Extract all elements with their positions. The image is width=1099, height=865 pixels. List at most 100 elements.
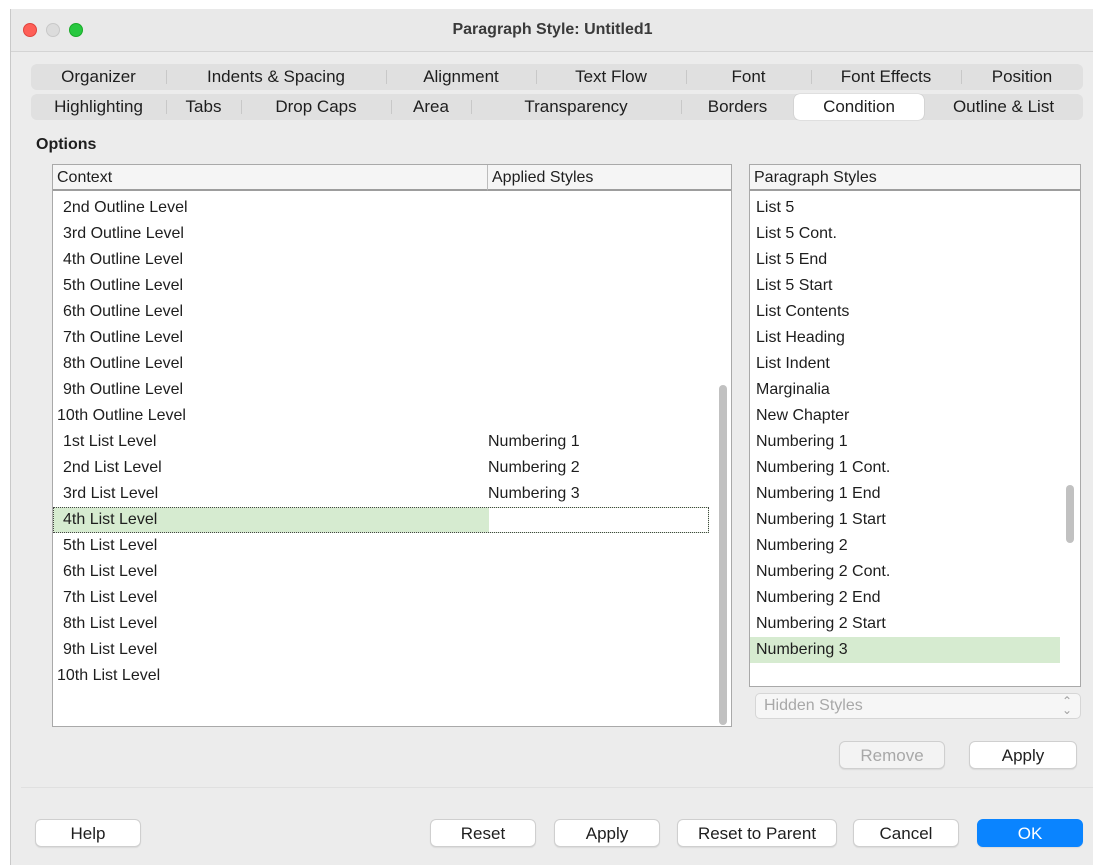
tab-alignment[interactable]: Alignment: [386, 64, 536, 90]
context-cell: 5th Outline Level: [63, 277, 184, 294]
table-row[interactable]: 9th List Level: [53, 637, 719, 663]
context-cell: 9th List Level: [63, 641, 158, 658]
list-item[interactable]: List 5 Start: [750, 273, 1060, 299]
ok-button[interactable]: OK: [977, 819, 1083, 847]
list-item[interactable]: Numbering 1 End: [750, 481, 1060, 507]
list-item[interactable]: Numbering 2 Cont.: [750, 559, 1060, 585]
options-heading: Options: [36, 136, 97, 153]
context-cell: 3rd List Level: [63, 485, 159, 502]
table-row-selected[interactable]: 4th List Level: [53, 507, 709, 533]
table-row[interactable]: 3rd List Level Numbering 3: [53, 481, 719, 507]
tab-highlighting[interactable]: Highlighting: [31, 94, 166, 120]
title-bar: Paragraph Style: Untitled1: [11, 9, 1093, 52]
up-down-chevron-icon: ⌃ ⌄: [1061, 694, 1072, 717]
context-cell: 10th List Level: [57, 667, 161, 684]
applied-style-cell: Numbering 1: [488, 433, 580, 450]
tab-transparency[interactable]: Transparency: [471, 94, 681, 120]
divider: [21, 787, 1093, 788]
list-item[interactable]: Numbering 1: [750, 429, 1060, 455]
table-row[interactable]: 6th Outline Level: [53, 299, 719, 325]
list-item[interactable]: Numbering 1 Start: [750, 507, 1060, 533]
applied-style-cell: Numbering 3: [488, 485, 580, 502]
list-item[interactable]: Numbering 2: [750, 533, 1060, 559]
help-button[interactable]: Help: [35, 819, 141, 847]
paragraph-styles-scrollbar[interactable]: [1064, 192, 1076, 686]
table-row[interactable]: 10th List Level: [53, 663, 719, 689]
tab-indents-spacing[interactable]: Indents & Spacing: [166, 64, 386, 90]
applied-styles-column-header[interactable]: Applied Styles: [487, 165, 731, 191]
list-item[interactable]: New Chapter: [750, 403, 1060, 429]
applied-style-cell: Numbering 2: [488, 459, 580, 476]
reset-button[interactable]: Reset: [430, 819, 536, 847]
cancel-button[interactable]: Cancel: [853, 819, 959, 847]
table-row[interactable]: 8th Outline Level: [53, 351, 719, 377]
apply-condition-button[interactable]: Apply: [969, 741, 1077, 769]
tab-organizer[interactable]: Organizer: [31, 64, 166, 90]
tab-row-1: Organizer Indents & Spacing Alignment Te…: [31, 64, 1083, 90]
context-cell: 5th List Level: [63, 537, 158, 554]
table-row[interactable]: 9th Outline Level: [53, 377, 719, 403]
table-row[interactable]: 10th Outline Level: [53, 403, 719, 429]
table-row[interactable]: 5th Outline Level: [53, 273, 719, 299]
table-row[interactable]: 4th Outline Level: [53, 247, 719, 273]
scrollbar-thumb[interactable]: [719, 385, 727, 725]
list-item[interactable]: List Contents: [750, 299, 1060, 325]
paragraph-styles-header[interactable]: Paragraph Styles: [750, 165, 1080, 191]
context-cell: 10th Outline Level: [57, 407, 186, 424]
tab-outline-list[interactable]: Outline & List: [924, 94, 1083, 120]
list-item[interactable]: List Heading: [750, 325, 1060, 351]
table-row[interactable]: 2nd List Level Numbering 2: [53, 455, 719, 481]
table-row[interactable]: 3rd Outline Level: [53, 221, 719, 247]
list-item[interactable]: List 5 Cont.: [750, 221, 1060, 247]
table-row[interactable]: 6th List Level: [53, 559, 719, 585]
list-item[interactable]: Numbering 1 Cont.: [750, 455, 1060, 481]
table-row[interactable]: 7th Outline Level: [53, 325, 719, 351]
context-cell: 3rd Outline Level: [63, 225, 184, 242]
window-title: Paragraph Style: Untitled1: [452, 21, 653, 38]
context-cell: 9th Outline Level: [63, 381, 184, 398]
scrollbar-thumb[interactable]: [1066, 485, 1074, 543]
context-list-scrollbar[interactable]: [717, 192, 729, 726]
applied-style-edit-area[interactable]: [489, 508, 708, 532]
list-item[interactable]: Numbering 2 End: [750, 585, 1060, 611]
context-cell: 2nd List Level: [63, 459, 162, 476]
context-column-header[interactable]: Context: [53, 165, 487, 191]
context-list[interactable]: Context Applied Styles 2nd Outline Level…: [52, 164, 732, 727]
context-cell: 7th Outline Level: [63, 329, 184, 346]
tab-area[interactable]: Area: [391, 94, 471, 120]
tab-drop-caps[interactable]: Drop Caps: [241, 94, 391, 120]
reset-to-parent-button[interactable]: Reset to Parent: [677, 819, 837, 847]
context-cell: 1st List Level: [63, 433, 157, 450]
table-row[interactable]: 8th List Level: [53, 611, 719, 637]
tab-font-effects[interactable]: Font Effects: [811, 64, 961, 90]
tab-condition[interactable]: Condition: [794, 94, 924, 120]
tab-tabs[interactable]: Tabs: [166, 94, 241, 120]
table-row[interactable]: 7th List Level: [53, 585, 719, 611]
paragraph-styles-list[interactable]: Paragraph Styles List 5 List 5 Cont. Lis…: [749, 164, 1081, 687]
style-filter-select[interactable]: Hidden Styles ⌃ ⌄: [755, 693, 1081, 719]
table-row[interactable]: 5th List Level: [53, 533, 719, 559]
context-cell: 7th List Level: [63, 589, 158, 606]
list-item-selected[interactable]: Numbering 3: [750, 637, 1060, 663]
context-cell: 4th Outline Level: [63, 251, 184, 268]
paragraph-style-dialog: Paragraph Style: Untitled1 Organizer Ind…: [10, 9, 1093, 865]
context-cell: 8th Outline Level: [63, 355, 184, 372]
context-cell: 2nd Outline Level: [63, 199, 188, 216]
table-row[interactable]: 1st List Level Numbering 1: [53, 429, 719, 455]
context-cell: 6th List Level: [63, 563, 158, 580]
remove-button[interactable]: Remove: [839, 741, 945, 769]
list-item[interactable]: List Indent: [750, 351, 1060, 377]
table-row[interactable]: 2nd Outline Level: [53, 195, 719, 221]
tab-borders[interactable]: Borders: [681, 94, 794, 120]
tab-font[interactable]: Font: [686, 64, 811, 90]
style-filter-value: Hidden Styles: [764, 697, 863, 714]
context-cell: 4th List Level: [63, 511, 158, 528]
context-cell: 8th List Level: [63, 615, 158, 632]
list-item[interactable]: List 5: [750, 195, 1060, 221]
tab-text-flow[interactable]: Text Flow: [536, 64, 686, 90]
tab-position[interactable]: Position: [961, 64, 1083, 90]
apply-button[interactable]: Apply: [554, 819, 660, 847]
list-item[interactable]: Marginalia: [750, 377, 1060, 403]
list-item[interactable]: Numbering 2 Start: [750, 611, 1060, 637]
list-item[interactable]: List 5 End: [750, 247, 1060, 273]
